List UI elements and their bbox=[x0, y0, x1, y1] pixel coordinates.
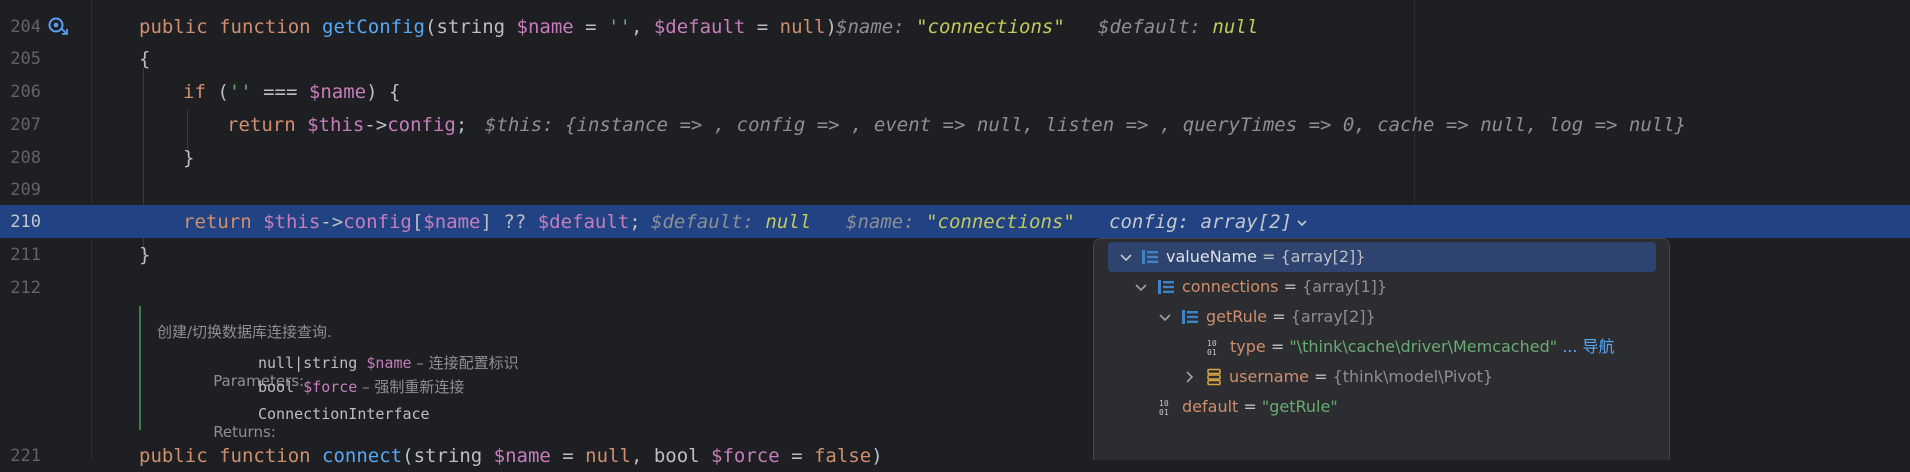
tree-node-type: {array[2]} bbox=[1280, 247, 1366, 266]
override-method-icon[interactable] bbox=[46, 15, 70, 39]
tree-node-name: connections bbox=[1182, 277, 1279, 296]
tree-node-type: {array[2]} bbox=[1290, 307, 1376, 326]
inline-debug-hint: $name: "connections" bbox=[846, 211, 1075, 233]
inline-debug-hint-expandable[interactable]: config: array[2] bbox=[1109, 212, 1308, 232]
doc-param-1: null|string $name – 连接配置标识 bbox=[258, 354, 519, 372]
chevron-right-icon[interactable] bbox=[1181, 369, 1197, 385]
tree-node-type[interactable]: 10 01 type = "\think\cache\driver\Memcach… bbox=[1094, 332, 1669, 362]
phpdoc-rendered-block: 创建/切换数据库连接查询. Parameters: null|string $n… bbox=[139, 306, 781, 441]
line-number: 206 bbox=[10, 82, 41, 102]
chevron-down-icon[interactable] bbox=[1118, 249, 1134, 265]
line-number: 205 bbox=[10, 49, 41, 69]
svg-text:10: 10 bbox=[1159, 399, 1169, 408]
array-icon bbox=[1182, 310, 1198, 324]
tree-node-name: username bbox=[1229, 367, 1309, 386]
line-number: 208 bbox=[10, 148, 41, 168]
code-text: public function getConfig(string $name =… bbox=[139, 16, 837, 38]
line-number: 207 bbox=[10, 115, 41, 135]
tree-node-name: valueName bbox=[1166, 247, 1257, 266]
code-text: } bbox=[139, 244, 151, 266]
code-editor[interactable]: 204 public function getConfig(string $na… bbox=[0, 0, 1910, 466]
inline-debug-hint: $default: null bbox=[651, 211, 812, 233]
line-number: 204 bbox=[10, 17, 41, 37]
inline-debug-hint: $name: "connections" bbox=[836, 16, 1065, 38]
tree-node-name: default bbox=[1182, 397, 1239, 416]
code-line-204[interactable]: 204 public function getConfig(string $na… bbox=[0, 10, 1910, 43]
tree-node-type: {think\model\Pivot} bbox=[1332, 367, 1494, 386]
tree-node-value: "\think\cache\driver\Memcached" bbox=[1289, 337, 1558, 356]
array-icon bbox=[1158, 280, 1174, 294]
tree-node-name: type bbox=[1230, 337, 1266, 356]
tree-node-value: "getRule" bbox=[1261, 397, 1338, 416]
line-number: 221 bbox=[10, 446, 41, 466]
code-line-206[interactable]: 206 if ('' === $name) { bbox=[0, 75, 1910, 108]
code-line-207[interactable]: 207 return $this->config; $this: {instan… bbox=[0, 108, 1910, 141]
line-number: 209 bbox=[10, 180, 41, 200]
code-line-205[interactable]: 205 { bbox=[0, 42, 1910, 75]
navigate-link[interactable]: ... 导航 bbox=[1562, 337, 1614, 356]
doc-returns-type: ConnectionInterface bbox=[258, 405, 430, 423]
doc-param-2: bool $force – 强制重新连接 bbox=[258, 378, 465, 396]
tree-node-username[interactable]: username = {think\model\Pivot} bbox=[1094, 362, 1669, 392]
tree-node-type: {array[1]} bbox=[1302, 277, 1388, 296]
chevron-down-icon[interactable] bbox=[1296, 217, 1308, 229]
code-line-208[interactable]: 208 } bbox=[0, 141, 1910, 174]
primitive-icon: 1001 bbox=[1207, 339, 1217, 356]
tree-node-connections[interactable]: connections = {array[1]} bbox=[1094, 272, 1669, 302]
svg-text:01: 01 bbox=[1159, 408, 1169, 416]
code-text: if ('' === $name) { bbox=[183, 81, 401, 103]
line-number: 212 bbox=[10, 278, 41, 298]
debug-value-popup[interactable]: valueName = {array[2]} connections = {ar… bbox=[1093, 238, 1670, 460]
code-text: } bbox=[183, 147, 195, 169]
code-text: public function connect(string $name = n… bbox=[139, 445, 883, 467]
tree-node-getRule[interactable]: getRule = {array[2]} bbox=[1094, 302, 1669, 332]
chevron-down-icon[interactable] bbox=[1133, 279, 1149, 295]
tree-node-default[interactable]: 10 01 default = "getRule" bbox=[1094, 392, 1669, 422]
line-number: 211 bbox=[10, 245, 41, 265]
inline-debug-hint: $default: null bbox=[1098, 16, 1259, 38]
svg-text:01: 01 bbox=[1207, 348, 1217, 356]
primitive-icon: 1001 bbox=[1159, 399, 1169, 416]
svg-text:10: 10 bbox=[1207, 339, 1217, 348]
object-icon bbox=[1207, 368, 1221, 386]
array-icon bbox=[1142, 250, 1158, 264]
inline-debug-hint: $this: {instance => , config => , event … bbox=[485, 114, 1687, 136]
tree-node-valueName[interactable]: valueName = {array[2]} bbox=[1108, 242, 1656, 272]
code-line-209[interactable]: 209 bbox=[0, 173, 1910, 206]
chevron-down-icon[interactable] bbox=[1157, 309, 1173, 325]
line-number: 210 bbox=[10, 212, 41, 232]
code-line-210-current[interactable]: 210 return $this->config[$name] ?? $defa… bbox=[0, 205, 1910, 238]
code-text: return $this->config[$name] ?? $default; bbox=[183, 211, 641, 233]
doc-description: 创建/切换数据库连接查询. bbox=[157, 323, 332, 341]
tree-node-name: getRule bbox=[1206, 307, 1268, 326]
code-text: return $this->config; bbox=[227, 114, 468, 136]
code-text: { bbox=[139, 48, 151, 70]
